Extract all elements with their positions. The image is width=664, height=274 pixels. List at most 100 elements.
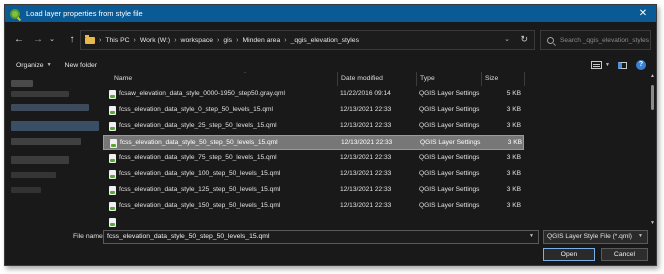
nav-item-blurred[interactable]	[11, 104, 89, 111]
scroll-thumb[interactable]	[651, 85, 654, 110]
back-button[interactable]: ←	[12, 33, 26, 47]
scroll-up-icon[interactable]: ▲	[650, 73, 655, 79]
chevron-down-icon[interactable]: ▼	[529, 233, 534, 239]
chevron-down-icon[interactable]: ▼	[638, 233, 643, 239]
breadcrumb-work-drive[interactable]: Work (W:)	[140, 37, 170, 44]
nav-item-blurred[interactable]	[11, 172, 56, 178]
address-dropdown-icon[interactable]: ⌄	[504, 35, 510, 43]
file-row[interactable]: fcss_elevation_data_style_125_step_50_le…	[103, 183, 524, 198]
file-row[interactable]: fcss_elevation_data_style_25_step_50_lev…	[103, 119, 524, 134]
file-row[interactable]: fcss_elevation_data_style_75_step_50_lev…	[103, 151, 524, 166]
chevron-down-icon: ▼	[46, 62, 52, 68]
file-type-value: QGIS Layer Style File (*.qml)	[547, 233, 633, 240]
breadcrumb-separator: ›	[99, 36, 102, 44]
nav-item-blurred[interactable]	[11, 121, 99, 131]
column-header-type[interactable]: Type	[420, 75, 435, 82]
qml-file-icon	[110, 139, 117, 148]
file-date: 12/13/2021 22:33	[340, 202, 392, 209]
qml-file-icon	[109, 218, 116, 227]
sort-indicator-icon: ⌃	[243, 72, 248, 77]
qml-file-icon	[109, 122, 116, 131]
file-type-select[interactable]: QGIS Layer Style File (*.qml) ▼	[543, 230, 648, 244]
file-row-partial[interactable]	[103, 215, 524, 227]
qml-file-icon	[109, 106, 116, 115]
new-folder-button[interactable]: New folder	[65, 62, 98, 69]
file-date: 12/13/2021 22:33	[340, 154, 392, 161]
file-name: fcss_elevation_data_style_100_step_50_le…	[119, 170, 281, 177]
breadcrumb-gis[interactable]: gis	[223, 37, 232, 44]
column-divider[interactable]	[481, 72, 482, 86]
qml-file-icon	[109, 186, 116, 195]
column-header-size[interactable]: Size	[485, 75, 498, 82]
file-name: fcsaw_elevation_data_style_0000-1950_ste…	[119, 90, 285, 97]
nav-item-blurred[interactable]	[11, 80, 33, 87]
file-name-label: File name:	[73, 233, 105, 240]
file-row[interactable]: fcss_elevation_data_style_100_step_50_le…	[103, 167, 524, 182]
file-name-value: fcss_elevation_data_style_50_step_50_lev…	[107, 233, 270, 240]
breadcrumb-this-pc[interactable]: This PC	[105, 37, 129, 44]
file-type: QGIS Layer Settings	[419, 106, 480, 113]
file-date: 12/13/2021 22:33	[340, 170, 392, 177]
nav-item-blurred[interactable]	[11, 156, 69, 164]
column-divider[interactable]	[524, 72, 525, 86]
qgis-logo-icon	[10, 8, 20, 19]
file-type: QGIS Layer Settings	[419, 90, 480, 97]
command-bar: Organize ▼ New folder ▼ ?	[5, 58, 656, 72]
breadcrumb-minden-area[interactable]: Minden area	[242, 37, 280, 44]
refresh-icon[interactable]: ↻	[520, 34, 528, 45]
open-button[interactable]: Open	[543, 248, 595, 261]
recent-locations-button[interactable]: ⌄	[45, 33, 59, 47]
nav-item-blurred[interactable]	[11, 138, 81, 145]
breadcrumb-workspace[interactable]: workspace	[181, 37, 214, 44]
search-input[interactable]: Search _qgis_elevation_styles	[540, 30, 651, 50]
qml-file-icon	[109, 202, 116, 211]
help-icon[interactable]: ?	[636, 60, 646, 70]
file-type: QGIS Layer Settings	[419, 186, 480, 193]
file-type: QGIS Layer Settings	[419, 202, 480, 209]
file-row[interactable]: fcss_elevation_data_style_150_step_50_le…	[103, 199, 524, 214]
organize-button[interactable]: Organize	[16, 62, 44, 69]
nav-item-blurred[interactable]	[11, 91, 69, 97]
cancel-button[interactable]: Cancel	[601, 248, 648, 261]
file-size: 5 KB	[506, 90, 521, 97]
file-size: 3 KB	[506, 186, 521, 193]
breadcrumb-qgis-elevation-styles[interactable]: _qgis_elevation_styles	[291, 37, 359, 44]
file-type: QGIS Layer Settings	[419, 122, 480, 129]
file-list[interactable]: ⌃ Name Date modified Type Size fcsaw_ele…	[103, 72, 646, 227]
breadcrumb-separator: ›	[174, 36, 177, 44]
column-header-date[interactable]: Date modified	[341, 75, 383, 82]
file-name: fcss_elevation_data_style_50_step_50_lev…	[120, 139, 278, 146]
forward-button[interactable]: →	[31, 33, 45, 47]
up-button[interactable]: ↑	[65, 33, 79, 47]
file-date: 11/22/2016 09:14	[340, 90, 391, 97]
file-row[interactable]: fcsaw_elevation_data_style_0000-1950_ste…	[103, 87, 524, 102]
vertical-scrollbar[interactable]: ▲ ▼	[650, 73, 656, 226]
preview-pane-icon[interactable]	[618, 61, 627, 69]
file-size: 3 KB	[506, 106, 521, 113]
breadcrumb-separator: ›	[133, 36, 136, 44]
chevron-down-icon[interactable]: ▼	[605, 62, 610, 68]
search-placeholder: Search _qgis_elevation_styles	[560, 36, 650, 44]
file-date: 12/13/2021 22:33	[341, 139, 393, 146]
file-name-input[interactable]: fcss_elevation_data_style_50_step_50_lev…	[103, 230, 539, 244]
file-name: fcss_elevation_data_style_150_step_50_le…	[119, 202, 281, 209]
navigation-pane[interactable]	[5, 75, 100, 225]
dialog-footer: File name: fcss_elevation_data_style_50_…	[5, 227, 656, 267]
scroll-down-icon[interactable]: ▼	[650, 220, 655, 226]
file-row[interactable]: fcss_elevation_data_style_0_step_50_leve…	[103, 103, 524, 118]
file-type: QGIS Layer Settings	[420, 139, 481, 146]
column-divider[interactable]	[416, 72, 417, 86]
file-size: 3 KB	[507, 139, 522, 146]
close-button[interactable]: ✕	[636, 7, 650, 20]
file-name: fcss_elevation_data_style_125_step_50_le…	[119, 186, 281, 193]
nav-item-blurred[interactable]	[11, 187, 41, 193]
file-type: QGIS Layer Settings	[419, 154, 480, 161]
folder-icon	[85, 34, 95, 44]
column-header-name[interactable]: Name	[114, 75, 132, 82]
column-divider[interactable]	[337, 72, 338, 86]
view-options-icon[interactable]	[591, 61, 603, 69]
title-bar: Load layer properties from style file ✕	[5, 5, 656, 22]
file-type: QGIS Layer Settings	[419, 170, 480, 177]
file-row-selected[interactable]: fcss_elevation_data_style_50_step_50_lev…	[103, 135, 524, 150]
address-bar[interactable]: › This PC › Work (W:) › workspace › gis …	[80, 30, 535, 50]
